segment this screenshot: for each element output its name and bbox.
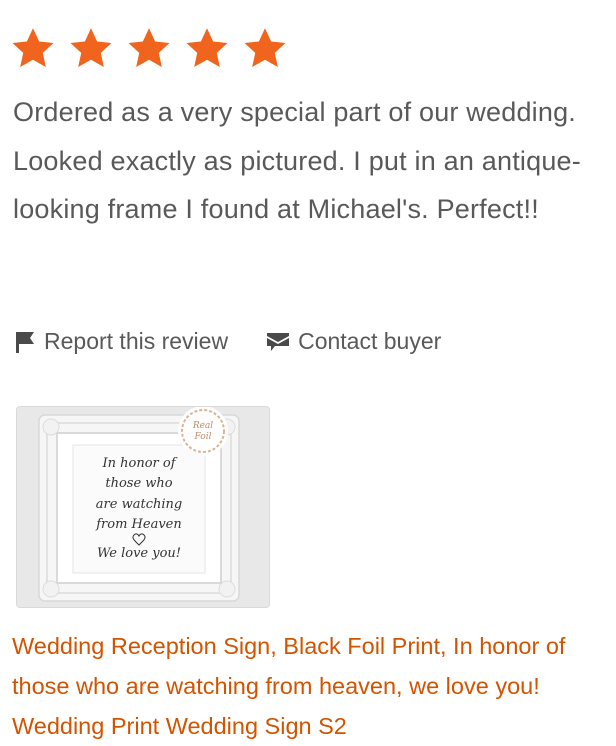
star-icon [12,28,54,68]
seal-text: Real [192,421,213,431]
contact-buyer-label: Contact buyer [298,328,442,354]
contact-buyer-link[interactable]: Contact buyer [266,328,441,355]
flag-icon [16,331,34,353]
sign-line: In honor of [101,456,177,471]
star-icon [186,28,228,68]
envelope-icon [267,332,290,351]
sign-line: are watching [96,497,182,512]
listing-image[interactable]: In honor of those who are watching from … [16,406,270,608]
sign-line: those who [105,476,172,491]
report-review-link[interactable]: Report this review [14,328,228,355]
real-foil-seal-icon: Real Foil [178,407,228,456]
listing-title-link[interactable]: Wedding Reception Sign, Black Foil Print… [12,626,608,746]
star-rating [10,26,288,72]
star-icon [128,28,170,68]
star-icon [244,28,286,68]
sign-line: from Heaven [95,517,182,532]
sign-line: We love you! [97,546,181,561]
star-icon [70,28,112,68]
report-review-label: Report this review [44,328,229,354]
seal-text: Foil [194,432,212,442]
review-actions: Report this review Contact buyer [14,328,441,355]
framed-print-illustration: In honor of those who are watching from … [17,407,269,607]
review-text: Ordered as a very special part of our we… [13,97,581,224]
